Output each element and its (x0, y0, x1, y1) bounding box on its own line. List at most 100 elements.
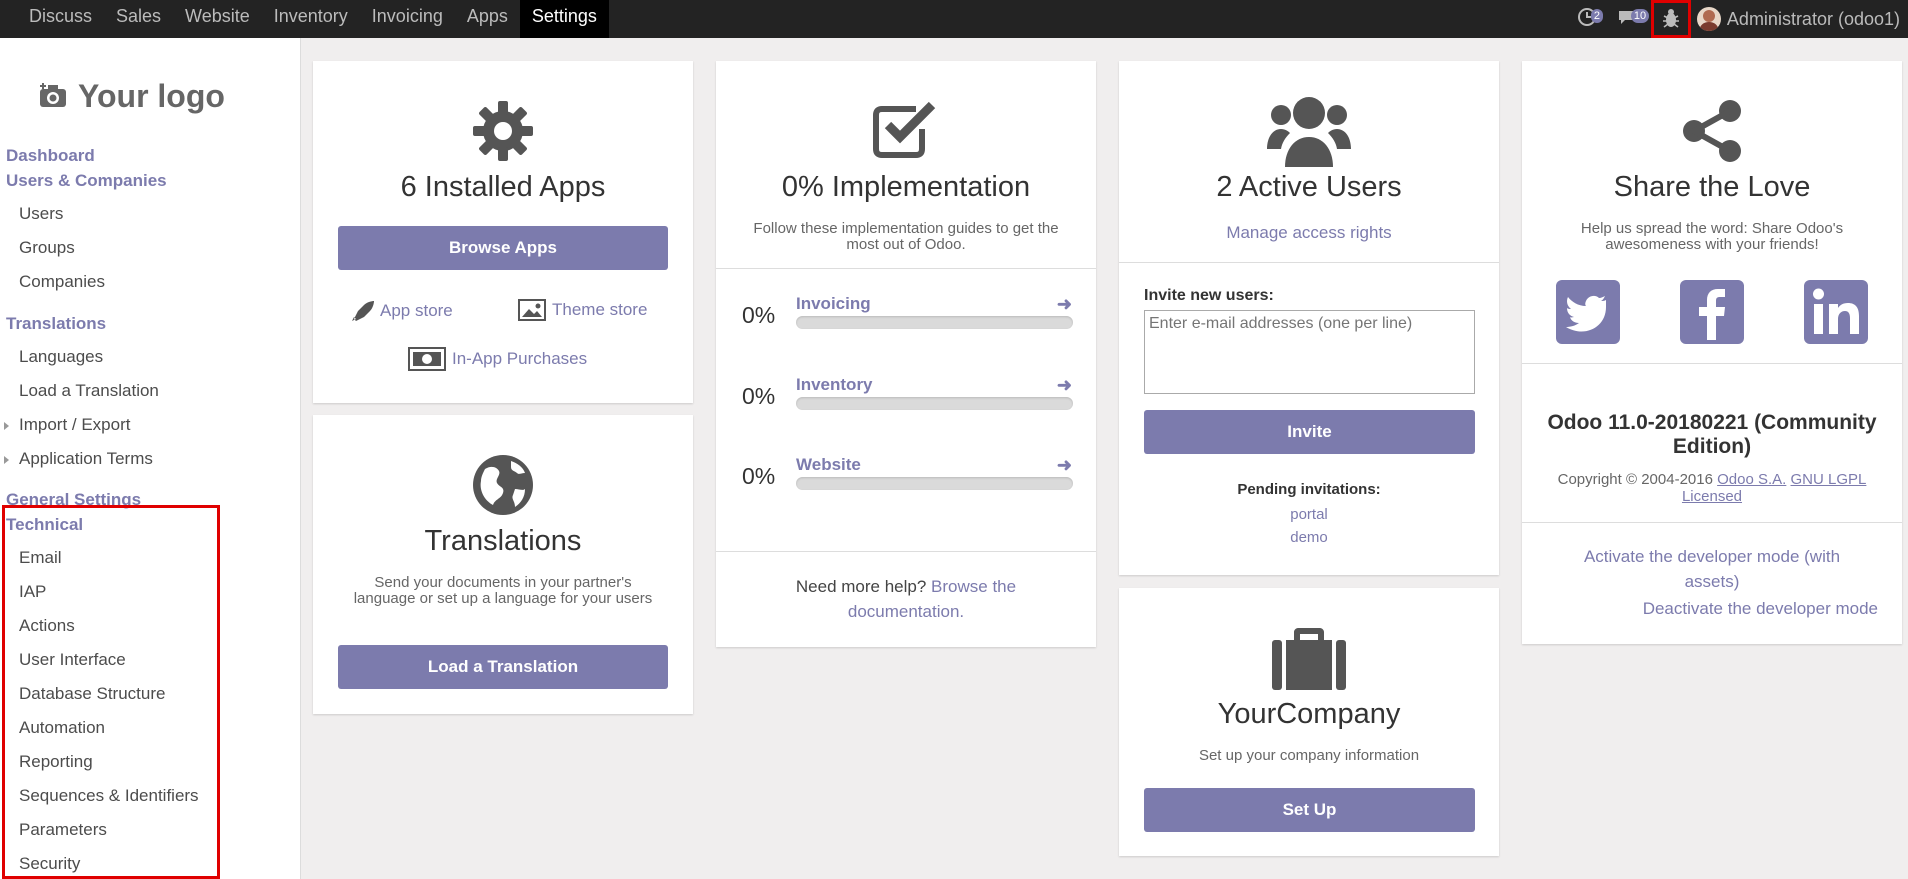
browse-apps-button[interactable]: Browse Apps (338, 226, 668, 270)
divider (1119, 262, 1499, 263)
menu-apps[interactable]: Apps (455, 0, 520, 38)
menu-inventory[interactable]: Inventory (262, 0, 360, 38)
sidebar-dashboard[interactable]: Dashboard (6, 146, 95, 166)
copyright-text: Copyright © 2004-2016 Odoo S.A. GNU LGPL… (1522, 471, 1902, 505)
progress-row-website[interactable]: 0% Website ➜ (716, 447, 1096, 497)
debug-bug-icon[interactable] (1650, 0, 1691, 38)
progress-bar (796, 477, 1073, 490)
sidebar-item-load-translation[interactable]: Load a Translation (19, 381, 159, 401)
browse-documentation-link[interactable]: Browse the (931, 577, 1016, 596)
twitter-icon[interactable] (1556, 280, 1620, 344)
apps-title: 6 Installed Apps (400, 171, 606, 203)
menu-settings[interactable]: Settings (519, 0, 609, 38)
divider (1522, 363, 1902, 364)
deactivate-developer-mode-link[interactable]: Deactivate the developer mode (1643, 596, 1878, 621)
share-icon (1683, 100, 1741, 162)
menu-discuss[interactable]: Discuss (17, 0, 104, 38)
progress-bar (796, 397, 1073, 410)
avatar (1696, 7, 1721, 31)
help-text: Need more help? Browse the documentation… (716, 574, 1096, 624)
share-subtitle: Help us spread the word: Share Odoo's aw… (1580, 220, 1844, 253)
invite-button[interactable]: Invite (1144, 410, 1475, 454)
sidebar-translations[interactable]: Translations (6, 314, 106, 334)
manage-access-rights-link[interactable]: Manage access rights (1119, 223, 1499, 243)
users-icon (1267, 97, 1351, 167)
image-icon (518, 299, 546, 321)
license-link-cont[interactable]: Licensed (1682, 488, 1742, 505)
activate-developer-mode-assets-link[interactable]: Activate the developer mode (with assets… (1562, 544, 1862, 594)
camera-icon (40, 83, 66, 107)
odoo-version: Odoo 11.0-20180221 (Community Edition) (1522, 411, 1902, 459)
activity-clock-icon[interactable]: 2 (1571, 0, 1611, 38)
pending-invite-demo[interactable]: demo (1119, 529, 1499, 546)
dev-assets-line-2: assets) (1684, 572, 1740, 591)
menu-sales[interactable]: Sales (104, 0, 173, 38)
settings-sidebar: Your logo Dashboard Users & Companies Us… (0, 38, 301, 879)
translations-title: Translations (424, 525, 582, 557)
set-up-button[interactable]: Set Up (1144, 788, 1475, 832)
sidebar-item-languages[interactable]: Languages (19, 347, 103, 367)
sidebar-item-import-export[interactable]: Import / Export (19, 415, 130, 435)
social-row (1556, 280, 1868, 344)
share-card: Share the Love Help us spread the word: … (1522, 61, 1902, 644)
progress-percent: 0% (742, 302, 776, 328)
user-menu[interactable]: Administrator (odoo1) (1691, 0, 1908, 38)
app-store-link[interactable]: App store (350, 299, 453, 323)
arrow-right-icon: ➜ (1056, 455, 1072, 475)
copyright-prefix: Copyright © 2004-2016 (1557, 471, 1713, 488)
invite-emails-textarea[interactable] (1144, 310, 1475, 394)
company-title: YourCompany (1217, 698, 1401, 730)
theme-store-link[interactable]: Theme store (518, 299, 647, 321)
progress-percent: 0% (742, 383, 776, 409)
sidebar-item-application-terms[interactable]: Application Terms (19, 449, 153, 469)
pending-invite-portal[interactable]: portal (1119, 506, 1499, 523)
sidebar-item-users[interactable]: Users (19, 204, 63, 224)
license-link[interactable]: GNU LGPL (1791, 471, 1867, 488)
money-icon (408, 347, 446, 371)
company-logo[interactable]: Your logo (38, 68, 268, 124)
messages-chat-icon[interactable]: 10 (1611, 0, 1651, 38)
version-line-1: Odoo 11.0-20180221 (Community (1547, 411, 1877, 434)
menu-website[interactable]: Website (173, 0, 262, 38)
globe-icon (473, 455, 533, 515)
arrow-right-icon: ➜ (1056, 375, 1072, 395)
implementation-title: 0% Implementation (781, 171, 1031, 203)
arrow-right-icon: ➜ (1056, 294, 1072, 314)
messages-badge: 10 (1630, 9, 1650, 23)
progress-title: Invoicing (796, 294, 871, 313)
invite-label: Invite new users: (1144, 287, 1274, 304)
systray: 2 10 Administrator (odoo1) (1571, 0, 1908, 38)
pending-invitations-label: Pending invitations: (1237, 481, 1381, 498)
gear-icon (473, 101, 533, 161)
dev-assets-line-1: Activate the developer mode (with (1583, 547, 1841, 566)
divider (716, 551, 1096, 552)
progress-bar (796, 316, 1073, 329)
translations-description: Send your documents in your partner's la… (353, 574, 653, 607)
sidebar-item-groups[interactable]: Groups (19, 238, 75, 258)
user-name: Administrator (odoo1) (1726, 8, 1900, 29)
facebook-icon[interactable] (1680, 280, 1744, 344)
odoo-sa-link[interactable]: Odoo S.A. (1717, 471, 1786, 488)
menu-invoicing[interactable]: Invoicing (360, 0, 455, 38)
linkedin-icon[interactable] (1804, 280, 1868, 344)
documentation-link[interactable]: documentation. (848, 602, 964, 621)
sidebar-users-companies[interactable]: Users & Companies (6, 171, 167, 191)
top-navbar: Discuss Sales Website Inventory Invoicin… (0, 0, 1908, 38)
progress-title: Inventory (796, 375, 873, 394)
version-line-2: Edition) (1672, 435, 1752, 458)
load-translation-button[interactable]: Load a Translation (338, 645, 668, 689)
company-card: YourCompany Set up your company informat… (1119, 588, 1499, 856)
implementation-card: 0% Implementation Follow these implement… (716, 61, 1096, 647)
divider (1522, 522, 1902, 523)
progress-row-invoicing[interactable]: 0% Invoicing ➜ (716, 286, 1096, 336)
progress-row-inventory[interactable]: 0% Inventory ➜ (716, 367, 1096, 417)
highlight-box (1650, 0, 1691, 38)
in-app-purchases-link[interactable]: In-App Purchases (408, 347, 587, 371)
activity-badge: 2 (1590, 9, 1604, 23)
sidebar-item-companies[interactable]: Companies (19, 272, 105, 292)
briefcase-icon (1272, 628, 1346, 690)
company-subtitle: Set up your company information (1198, 747, 1420, 764)
progress-title: Website (796, 455, 861, 474)
app-menu: Discuss Sales Website Inventory Invoicin… (17, 0, 609, 38)
progress-percent: 0% (742, 463, 776, 489)
